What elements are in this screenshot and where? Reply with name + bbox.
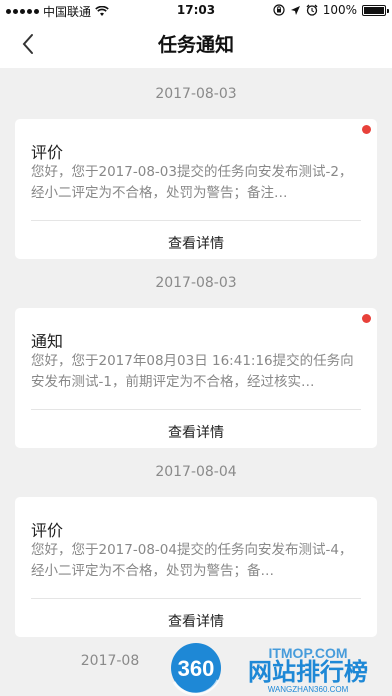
nav-bar: 任务通知 xyxy=(0,20,392,68)
watermark-badge: 360 xyxy=(178,656,215,681)
notification-card[interactable]: 评价 您好，您于2017-08-04提交的任务向安发布测试-4，经小二评定为不合… xyxy=(15,497,377,637)
divider xyxy=(31,598,361,599)
date-header: 2017-08-04 xyxy=(155,464,237,480)
rotation-lock-icon xyxy=(273,4,285,16)
divider xyxy=(31,409,361,410)
view-details-button[interactable]: 查看详情 xyxy=(15,611,377,631)
view-details-button[interactable]: 查看详情 xyxy=(15,233,377,253)
date-header: 2017-08-03 xyxy=(155,275,237,291)
divider xyxy=(31,220,361,221)
battery-icon xyxy=(362,4,389,16)
notification-title: 评价 xyxy=(31,143,64,162)
date-header: 2017-08-03 xyxy=(155,86,237,102)
notification-body: 您好，您于2017年08月03日 16:41:16提交的任务向安发布测试-1，前… xyxy=(31,353,354,390)
notification-body: 您好，您于2017-08-04提交的任务向安发布测试-4，经小二评定为不合格，处… xyxy=(31,542,353,579)
notification-card[interactable]: 通知 您好，您于2017年08月03日 16:41:16提交的任务向安发布测试-… xyxy=(15,308,377,448)
status-bar: 中国联通 17:03 100% xyxy=(0,0,392,20)
watermark-subtitle: WANGZHAN360.COM xyxy=(268,685,349,694)
unread-dot xyxy=(362,314,371,323)
page-title: 任务通知 xyxy=(157,34,234,56)
notification-card[interactable]: 评价 您好，您于2017-08-03提交的任务向安发布测试-2，经小二评定为不合… xyxy=(15,119,377,259)
watermark-logo: 360 ITMOP.COM 网站排行榜 WANGZHAN360.COM xyxy=(171,643,368,696)
notification-title: 通知 xyxy=(31,332,64,351)
alarm-icon xyxy=(306,4,318,16)
status-right: 100% xyxy=(273,3,389,17)
notification-body: 您好，您于2017-08-03提交的任务向安发布测试-2，经小二评定为不合格，处… xyxy=(31,164,353,201)
notification-title: 评价 xyxy=(31,521,64,540)
unread-dot xyxy=(362,125,371,134)
location-arrow-icon xyxy=(290,5,300,15)
watermark-title: 网站排行榜 xyxy=(248,658,368,686)
battery-percent: 100% xyxy=(322,3,357,17)
battery-level xyxy=(364,6,384,14)
view-details-button[interactable]: 查看详情 xyxy=(15,422,377,442)
